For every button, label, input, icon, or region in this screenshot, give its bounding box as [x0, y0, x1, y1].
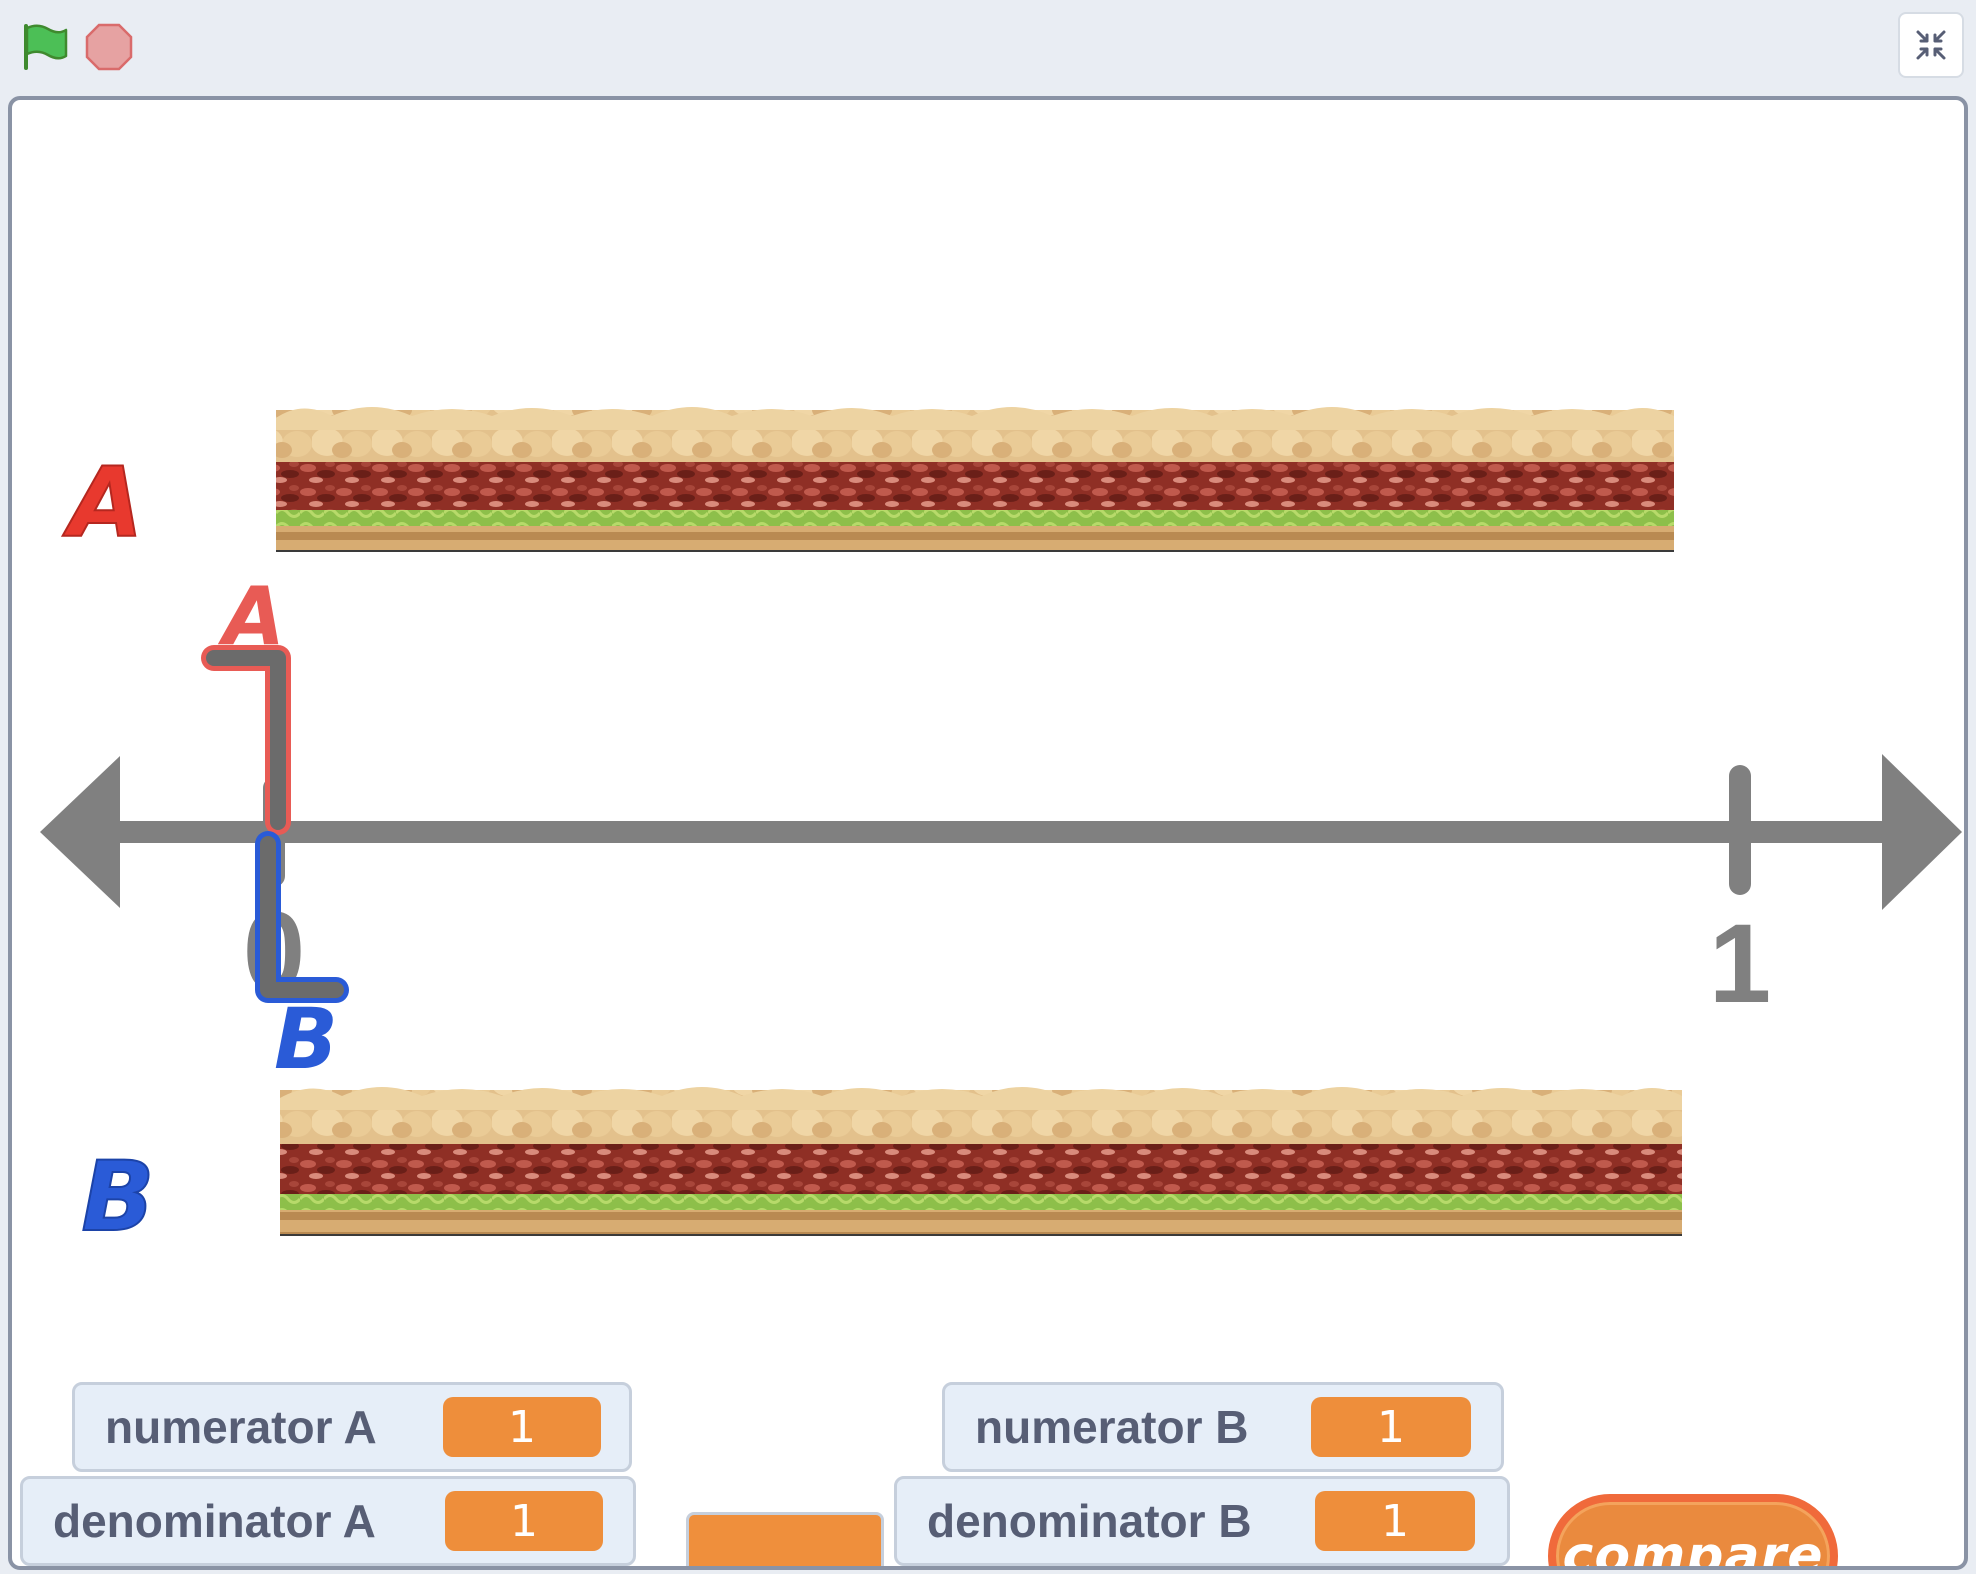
monitor-denominator-a-value: 1 [445, 1491, 603, 1551]
tick-one-label: 1 [1709, 901, 1771, 1026]
monitor-numerator-b: numerator B 1 [942, 1382, 1504, 1472]
marker-a[interactable]: A [201, 570, 291, 835]
exit-fullscreen-icon[interactable] [1898, 12, 1964, 78]
marker-a-label: A [217, 570, 285, 663]
monitor-numerator-b-label: numerator B [975, 1401, 1249, 1453]
monitor-denominator-b: denominator B 1 [894, 1476, 1510, 1566]
left-arrow-icon [40, 756, 120, 908]
monitor-numerator-b-value: 1 [1311, 1397, 1471, 1457]
sandwich-b-image [280, 1087, 1682, 1236]
monitor-numerator-a-label: numerator A [105, 1401, 377, 1453]
sandwich-a-image [276, 407, 1674, 552]
monitor-denominator-b-label: denominator B [927, 1495, 1252, 1547]
monitor-numerator-a: numerator A 1 [72, 1382, 632, 1472]
stop-sign-icon[interactable] [84, 22, 134, 72]
comparison-result-slot [686, 1512, 884, 1566]
stage-toolbar [0, 0, 1976, 92]
monitor-denominator-b-value: 1 [1315, 1491, 1475, 1551]
monitor-denominator-a-label: denominator A [53, 1495, 376, 1547]
monitor-numerator-a-value: 1 [443, 1397, 601, 1457]
stage-canvas: 0 1 A B A B [40, 407, 1962, 1254]
stage: 0 1 A B A B numerator A 1 denominator A … [8, 96, 1968, 1570]
label-a: A [62, 447, 143, 559]
compare-button[interactable]: compare [1548, 1494, 1838, 1570]
right-arrow-icon [1882, 754, 1962, 910]
marker-b-label: B [274, 990, 338, 1088]
compare-button-label: compare [1562, 1526, 1824, 1570]
label-b: B [81, 1141, 154, 1253]
green-flag-icon[interactable] [18, 22, 70, 70]
monitor-denominator-a: denominator A 1 [20, 1476, 636, 1566]
